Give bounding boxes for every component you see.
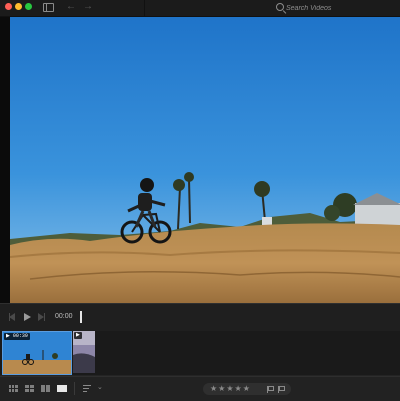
reject-flag-icon[interactable] — [278, 386, 285, 393]
clip-duration-badge: ▶ 00:39 — [4, 333, 30, 340]
playhead[interactable] — [80, 311, 82, 323]
bottom-toolbar: ⌄ ★★★★★ — [0, 376, 400, 401]
video-viewer — [0, 17, 400, 303]
flag-icon[interactable] — [267, 386, 274, 393]
grid-large-icon[interactable] — [41, 385, 50, 392]
grid-medium-icon[interactable] — [25, 385, 34, 392]
play-icon[interactable] — [24, 313, 31, 321]
filmstrip: ▶ 00:39 ▶ — [0, 331, 400, 375]
clip-badge: ▶ — [74, 332, 82, 339]
title-divider — [144, 0, 145, 16]
transport-bar: 00:00 — [0, 303, 400, 332]
minimize-window-icon[interactable] — [15, 3, 22, 10]
clip-thumbnail[interactable]: ▶ — [73, 331, 95, 373]
single-view-icon[interactable] — [57, 385, 67, 392]
rating-stars[interactable]: ★★★★★ — [210, 383, 251, 395]
search-input[interactable] — [286, 2, 386, 14]
video-frame-image — [10, 17, 400, 303]
clip-thumbnail[interactable]: ▶ 00:39 — [2, 331, 72, 375]
back-arrow-icon[interactable]: ← — [66, 1, 76, 13]
search-icon[interactable] — [276, 3, 284, 11]
grid-small-icon[interactable] — [9, 385, 18, 392]
forward-arrow-icon[interactable]: → — [83, 1, 93, 13]
sort-icon[interactable] — [83, 384, 91, 393]
timecode: 00:00 — [55, 313, 73, 320]
video-frame[interactable] — [10, 17, 400, 303]
close-window-icon[interactable] — [5, 3, 12, 10]
zoom-window-icon[interactable] — [25, 3, 32, 10]
rating-control[interactable]: ★★★★★ — [203, 383, 291, 395]
skip-forward-icon[interactable] — [38, 313, 45, 321]
skip-back-icon[interactable] — [9, 313, 15, 321]
title-bar: ← → — [0, 0, 400, 17]
toolbar-divider — [74, 382, 75, 395]
chevron-down-icon[interactable]: ⌄ — [97, 383, 103, 391]
sidebar-toggle-icon[interactable] — [43, 3, 54, 12]
